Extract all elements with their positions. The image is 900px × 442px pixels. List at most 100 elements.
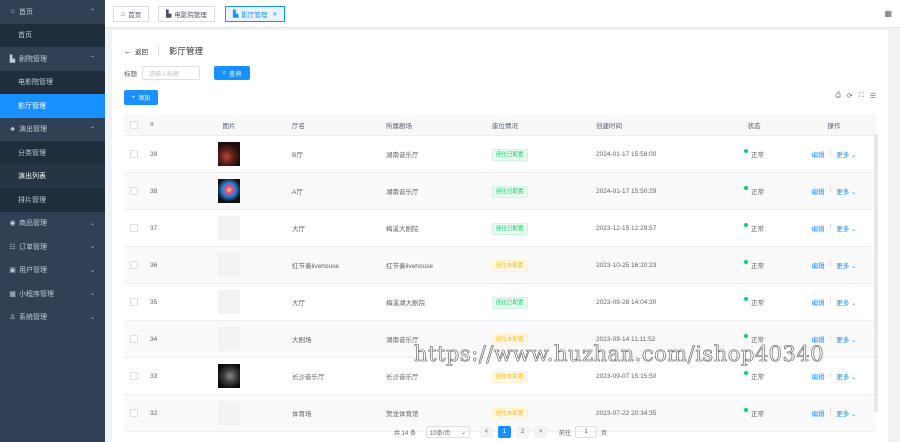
row-checkbox[interactable] — [130, 409, 138, 417]
sidebar-item-label: 用户管理 — [19, 267, 47, 275]
row-checkbox[interactable] — [130, 335, 138, 343]
main-panel: ← 返回 影厅管理 标题 请输入标题 ⌕ 查询 + 添加 ⎙ ⟳ ⛶ ☰ # 图… — [112, 30, 888, 442]
more-dropdown[interactable]: 更多 ⌄ — [836, 371, 856, 381]
edit-link[interactable]: 编辑 — [812, 260, 825, 270]
goto-input[interactable]: 1 — [575, 426, 598, 438]
row-checkbox[interactable] — [130, 187, 138, 195]
cell-venue: 梅溪大剧院 — [386, 226, 419, 233]
more-dropdown[interactable]: 更多 ⌄ — [836, 223, 856, 233]
home-icon: ⌂ — [10, 8, 15, 16]
select-all-checkbox[interactable] — [130, 120, 138, 129]
page-2-button[interactable]: 2 — [516, 426, 530, 438]
back-label: 返回 — [135, 49, 148, 56]
row-checkbox[interactable] — [130, 261, 138, 269]
page-size-value: 10条/页 — [430, 430, 451, 437]
total-count: 共 14 条 — [394, 430, 417, 437]
col-venue: 所属剧场 — [386, 122, 412, 130]
scrollbar[interactable] — [874, 134, 878, 412]
cell-id: 38 — [150, 187, 158, 195]
row-checkbox[interactable] — [130, 298, 138, 306]
table-row: 35 大厅 梅溪湖大剧院 座位已配置 2023-09-28 14:04:30 正常 编辑 | 更… — [124, 284, 876, 321]
more-dropdown[interactable]: 更多 ⌄ — [836, 260, 856, 270]
hall-image[interactable] — [218, 253, 240, 277]
theater-icon: ▙ — [9, 55, 16, 63]
fullscreen-icon[interactable]: ⛶ — [859, 92, 864, 100]
edit-link[interactable]: 编辑 — [812, 371, 825, 381]
more-dropdown[interactable]: 更多 ⌄ — [836, 297, 856, 307]
hall-image[interactable] — [218, 327, 240, 351]
sidebar-group-11[interactable]: ▣ 用户管理 ⌄ — [0, 259, 105, 283]
sidebar-item-3[interactable]: 电影院管理 — [0, 70, 105, 94]
more-label: 更多 — [836, 263, 850, 270]
more-dropdown[interactable]: 更多 ⌄ — [836, 186, 856, 196]
sidebar-group-9[interactable]: ◉ 商品管理 ⌄ — [0, 212, 105, 236]
chevron-down-icon: ⌄ — [851, 300, 857, 307]
hall-image[interactable] — [218, 142, 240, 166]
operation-cell: 编辑 | 更多 ⌄ — [792, 260, 876, 270]
more-label: 更多 — [836, 189, 850, 196]
sidebar-item-6[interactable]: 分类管理 — [0, 141, 105, 165]
status-text: 正常 — [751, 263, 764, 270]
page-size-select[interactable]: 10条/页 ⌄ — [426, 426, 471, 438]
row-checkbox[interactable] — [130, 224, 138, 232]
hall-image[interactable] — [218, 401, 240, 425]
status-cell: 正常 — [716, 149, 792, 159]
hall-image[interactable] — [218, 290, 240, 314]
edit-link[interactable]: 编辑 — [812, 223, 825, 233]
more-dropdown[interactable]: 更多 ⌄ — [836, 408, 856, 418]
sidebar-group-13[interactable]: ♙ 系统管理 ⌄ — [0, 306, 105, 330]
search-input[interactable]: 请输入标题 — [142, 66, 200, 80]
row-checkbox[interactable] — [130, 150, 138, 158]
chevron-down-icon: ⌄ — [89, 291, 95, 298]
print-icon[interactable]: ⎙ — [835, 92, 841, 100]
status-cell: 正常 — [716, 223, 792, 233]
sidebar-item-8[interactable]: 排片管理 — [0, 188, 105, 212]
edit-link[interactable]: 编辑 — [812, 297, 825, 307]
search-button[interactable]: ⌕ 查询 — [214, 66, 250, 80]
back-button[interactable]: ← 返回 — [124, 46, 148, 57]
prev-page-button[interactable]: < — [480, 426, 494, 438]
sidebar-group-5[interactable]: ♣ 演出管理 ⌃ — [0, 118, 105, 142]
chevron-down-icon: ⌄ — [851, 152, 857, 159]
home-icon: ⌂ — [121, 10, 126, 18]
status-text: 正常 — [751, 411, 764, 418]
tab-home[interactable]: ⌂ 首页 — [113, 6, 150, 22]
grid-icon[interactable]: ▦ — [884, 9, 892, 18]
table-header: # 图片 厅名 所属剧场 座位情况 创建时间 状态 操作 — [124, 114, 876, 136]
status-cell: 正常 — [716, 186, 792, 196]
sidebar-group-12[interactable]: ▦ 小程序管理 ⌄ — [0, 282, 105, 306]
chevron-down-icon: ⌄ — [851, 189, 857, 196]
next-page-button[interactable]: > — [534, 426, 548, 438]
chevron-down-icon: ⌄ — [460, 429, 467, 436]
sidebar-item-7[interactable]: 演出列表 — [0, 164, 105, 188]
hall-table: # 图片 厅名 所属剧场 座位情况 创建时间 状态 操作 39 B厅 湖南音乐厅 座位… — [124, 114, 876, 432]
edit-link[interactable]: 编辑 — [812, 186, 825, 196]
sidebar-item-label: 演出管理 — [19, 126, 47, 134]
goto-label: 前往 — [559, 430, 572, 437]
sidebar-group-10[interactable]: ☷ 订单管理 ⌄ — [0, 235, 105, 259]
more-dropdown[interactable]: 更多 ⌄ — [836, 149, 856, 159]
hall-image[interactable] — [218, 216, 240, 240]
sidebar-item-1[interactable]: 首页 — [0, 23, 105, 47]
refresh-icon[interactable]: ⟳ — [847, 92, 853, 100]
close-icon[interactable]: ✕ — [272, 11, 277, 18]
tab-hall[interactable]: ▙ 影厅管理 ✕ — [225, 6, 286, 22]
hall-image[interactable] — [218, 179, 240, 203]
sidebar-item-label: 首页 — [18, 32, 32, 40]
sidebar-group-2[interactable]: ▙ 剧院管理 ⌃ — [0, 47, 105, 71]
row-checkbox[interactable] — [130, 372, 138, 380]
hall-image[interactable] — [218, 364, 240, 388]
add-button[interactable]: + 添加 — [124, 90, 158, 105]
page-1-button[interactable]: 1 — [498, 426, 512, 438]
status-dot-icon — [744, 149, 748, 153]
edit-link[interactable]: 编辑 — [812, 149, 825, 159]
columns-icon[interactable]: ☰ — [870, 92, 876, 100]
more-dropdown[interactable]: 更多 ⌄ — [836, 334, 856, 344]
sidebar-group-0[interactable]: ⌂ 首页 ⌃ — [0, 0, 105, 24]
status-text: 正常 — [751, 374, 764, 381]
sidebar-item-4[interactable]: 影厅管理 — [0, 94, 105, 118]
tab-cinema[interactable]: ▙ 电影院管理 — [158, 6, 215, 22]
chevron-up-icon: ⌃ — [89, 126, 95, 133]
edit-link[interactable]: 编辑 — [812, 408, 825, 418]
building-icon: ▙ — [166, 11, 172, 18]
